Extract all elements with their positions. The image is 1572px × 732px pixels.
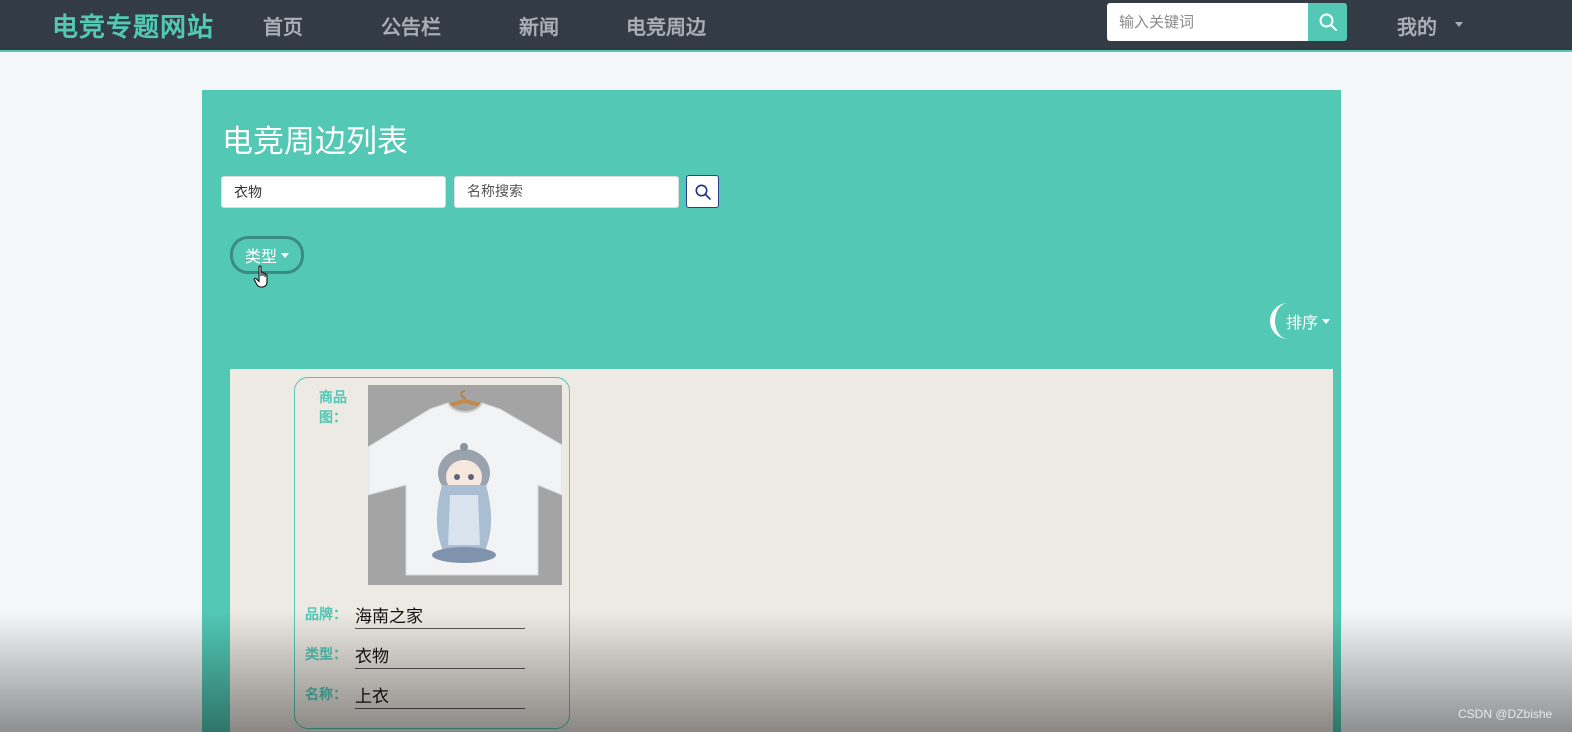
sort-dropdown-button[interactable]: 排序 [1270, 303, 1341, 339]
top-navbar: 电竞专题网站 首页 公告栏 新闻 电竞周边 我的 [0, 0, 1572, 52]
brand-value: 海南之家 [355, 602, 525, 629]
brand-label: 品牌： [305, 607, 347, 623]
merch-list-panel: 电竞周边列表 类型 排序 商品图： [202, 90, 1341, 732]
product-card[interactable]: 商品图： 品牌： 海南之家 类型： 衣物 名称： 上衣 [294, 377, 570, 729]
filter-search-button[interactable] [686, 175, 719, 208]
nav-item-news[interactable]: 新闻 [519, 11, 559, 40]
sort-dropdown-label: 排序 [1285, 313, 1318, 332]
header-search-input[interactable] [1107, 3, 1308, 41]
product-list: 商品图： 品牌： 海南之家 类型： 衣物 名称： 上衣 [230, 369, 1333, 732]
type-value: 衣物 [355, 642, 525, 669]
product-image[interactable] [368, 385, 562, 585]
user-menu-dropdown[interactable]: 我的 [1397, 11, 1437, 40]
page-title: 电竞周边列表 [222, 124, 408, 160]
name-value: 上衣 [355, 682, 525, 709]
chevron-down-icon [281, 252, 289, 258]
tshirt-product-image [368, 385, 562, 585]
type-label: 类型： [305, 647, 347, 663]
nav-item-home[interactable]: 首页 [263, 11, 303, 40]
nav-item-notice-board[interactable]: 公告栏 [381, 11, 441, 40]
site-logo[interactable]: 电竞专题网站 [52, 7, 214, 44]
header-search-button[interactable] [1308, 3, 1347, 41]
type-dropdown-label: 类型 [244, 247, 277, 266]
product-image-label: 商品图： [319, 390, 347, 426]
search-icon [695, 184, 711, 200]
chevron-down-icon [1322, 318, 1330, 324]
watermark: CSDN @DZbishe [1458, 707, 1553, 721]
chevron-down-icon [1455, 22, 1463, 27]
nav-item-esports-merch[interactable]: 电竞周边 [626, 11, 706, 40]
name-label: 名称： [305, 687, 347, 703]
hand-pointer-icon [253, 265, 273, 295]
search-icon [1319, 13, 1337, 31]
type-filter-input[interactable] [221, 176, 446, 208]
name-search-input[interactable] [454, 176, 679, 208]
